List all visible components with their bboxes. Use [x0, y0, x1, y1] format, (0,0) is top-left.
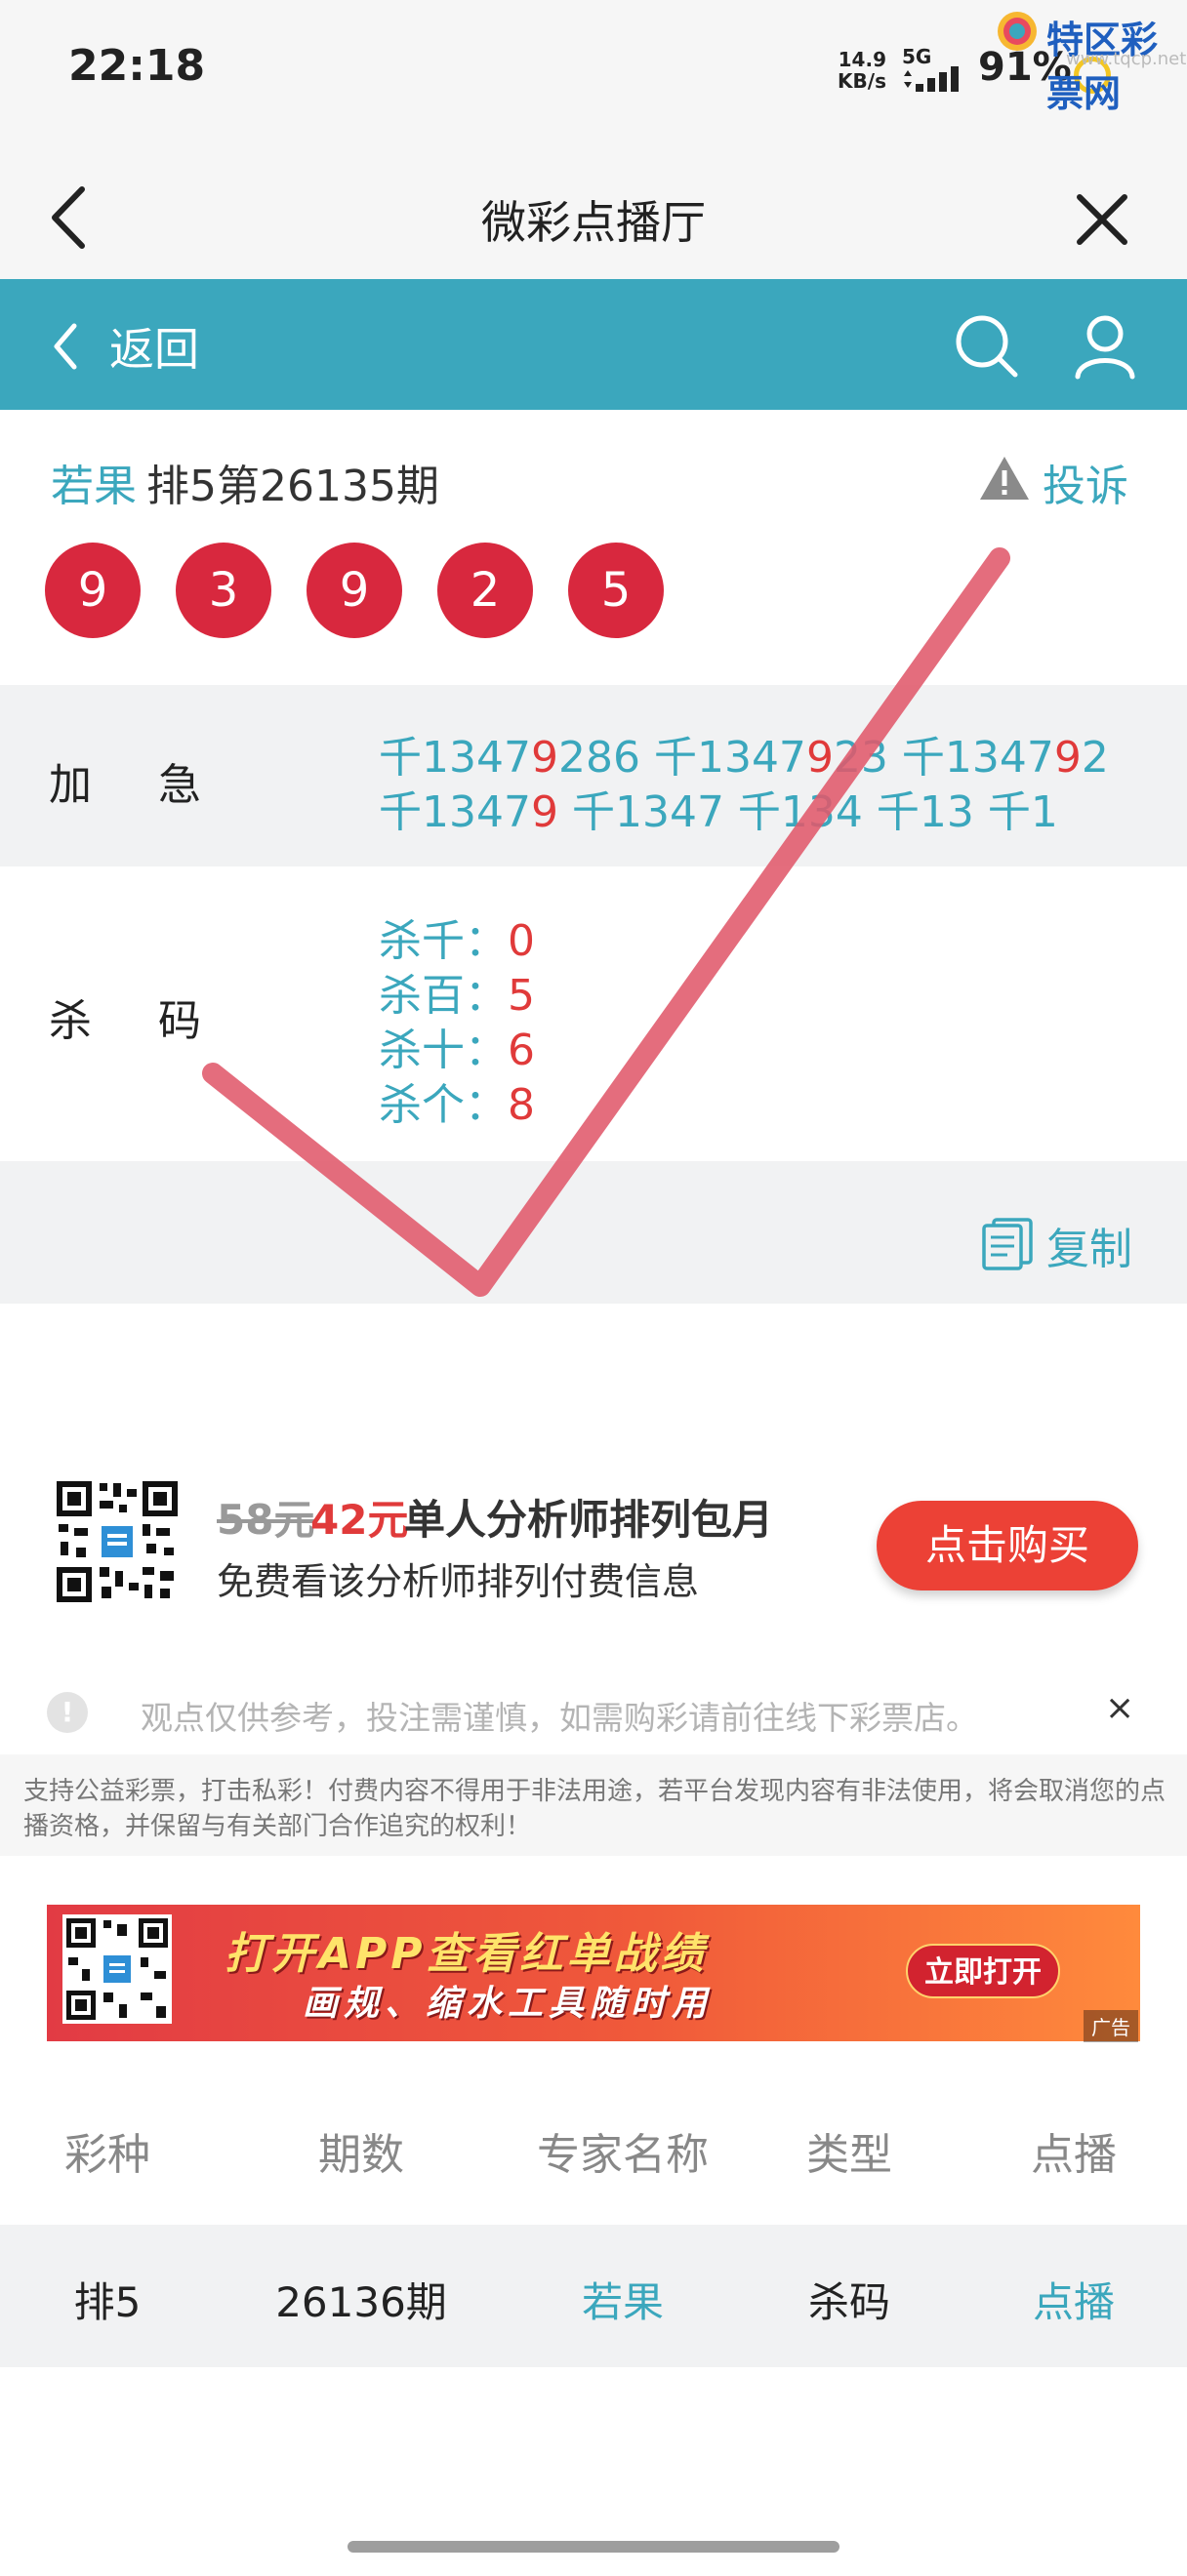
cell-expert-link[interactable]: 若果	[515, 2270, 730, 2329]
notice-text: 观点仅供参考，投注需谨慎，如需购彩请前往线下彩票店。	[141, 1699, 978, 1737]
table-header-action: 点播	[1031, 2130, 1117, 2180]
kill-item: 杀十：6	[379, 1026, 535, 1075]
qr-code-icon	[55, 1479, 180, 1604]
ad-tag: 广告	[1084, 2010, 1138, 2042]
shama-label: 杀码	[49, 996, 267, 1046]
warning-icon[interactable]	[978, 455, 1031, 502]
table-header-type: 类型	[806, 2130, 892, 2180]
cell-play-link[interactable]: 点播	[1005, 2270, 1142, 2329]
cell-issue: 26136期	[275, 2278, 447, 2326]
watermark-url: www.tqcp.net	[1066, 49, 1187, 69]
banner-subtitle: 画规、缩水工具随时用	[303, 1984, 714, 2024]
result-ball: 9	[307, 543, 402, 638]
jiaji-codes-line-1: 千13479286 千1347923 千134792	[379, 733, 1109, 783]
promo-old-price: 58元	[217, 1496, 315, 1544]
result-ball: 2	[437, 543, 533, 638]
info-icon: !	[47, 1692, 88, 1733]
disclaimer-text: 支持公益彩票，打击私彩！付费内容不得用于非法用途，若平台发现内容有非法使用，将会…	[23, 1777, 1167, 1841]
kill-item: 杀千：0	[379, 916, 535, 966]
promo-description: 免费看该分析师排列付费信息	[217, 1560, 700, 1603]
network-type: 5G	[902, 45, 932, 68]
network-speed-value: 14.9	[838, 48, 886, 71]
signal-icon	[904, 66, 959, 92]
watermark-logo-icon	[998, 12, 1037, 51]
user-icon[interactable]	[1070, 310, 1140, 381]
table-header-lottery: 彩种	[64, 2130, 150, 2180]
result-ball: 5	[568, 543, 664, 638]
chevron-left-icon[interactable]	[51, 322, 80, 371]
complain-button[interactable]: 投诉	[1043, 451, 1128, 513]
network-speed-unit: KB/s	[838, 69, 886, 93]
status-time: 22:18	[68, 41, 206, 91]
issue-title: 排5第26135期	[146, 462, 439, 511]
copy-button[interactable]: 复制	[1046, 1214, 1132, 1276]
result-ball: 9	[45, 543, 141, 638]
buy-button[interactable]: 点击购买	[877, 1501, 1138, 1590]
page-title: 微彩点播厅	[481, 196, 706, 249]
kill-item: 杀个：8	[379, 1080, 535, 1130]
cell-type: 杀码	[807, 2278, 890, 2326]
banner-title: 打开APP查看红单战绩	[225, 1929, 708, 1979]
cell-lottery: 排5	[73, 2278, 142, 2326]
network-speed: 14.9 KB/s	[836, 49, 886, 92]
table-header-issue: 期数	[318, 2130, 404, 2180]
open-app-button[interactable]: 立即打开	[906, 1944, 1060, 1998]
close-icon[interactable]	[1074, 191, 1130, 248]
promo-title: 单人分析师排列包月	[404, 1496, 774, 1544]
jiaji-codes-line-2: 千13479 千1347 千134 千13 千1	[379, 787, 1058, 837]
table-header-expert: 专家名称	[537, 2130, 709, 2180]
back-button[interactable]: 返回	[109, 314, 199, 379]
expert-name[interactable]: 若果	[51, 451, 137, 513]
kill-item: 杀百：5	[379, 971, 535, 1021]
banner-qr-code-icon	[62, 1914, 172, 2024]
promo-new-price: 42元	[310, 1496, 409, 1544]
search-icon[interactable]	[951, 310, 1021, 381]
result-ball: 3	[176, 543, 271, 638]
home-indicator[interactable]	[348, 2541, 839, 2553]
copy-icon[interactable]	[980, 1216, 1035, 1270]
notice-close-button[interactable]: ×	[1105, 1688, 1134, 1728]
jiaji-label: 加急	[49, 760, 267, 810]
